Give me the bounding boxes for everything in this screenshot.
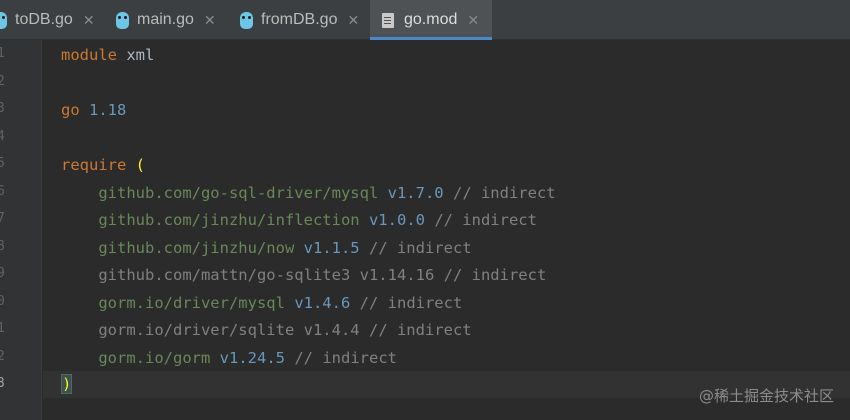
module-version: v1.0.0 — [368, 211, 425, 229]
comment: // indirect — [294, 349, 397, 367]
tab-label: toDB.go — [15, 11, 73, 28]
close-icon[interactable]: ✕ — [347, 12, 359, 29]
module-name: xml — [117, 46, 155, 64]
mod-file-icon — [382, 12, 394, 28]
module-version: v1.14.16 — [359, 266, 435, 284]
module-path: gorm.io/driver/mysql — [98, 294, 285, 312]
comment: // indirect — [434, 211, 537, 229]
code-line-dependency[interactable]: github.com/jinzhu/now v1.1.5 // indirect — [61, 235, 472, 263]
module-path: github.com/jinzhu/inflection — [98, 211, 360, 229]
code-line[interactable]: require ( — [61, 152, 145, 180]
code-line-dependency[interactable]: gorm.io/driver/mysql v1.4.6 // indirect — [61, 290, 462, 318]
close-paren: ) — [61, 374, 73, 394]
code-line-dependency[interactable]: gorm.io/gorm v1.24.5 // indirect — [61, 345, 397, 373]
code-line-dependency[interactable]: github.com/mattn/go-sqlite3 v1.14.16 // … — [61, 262, 546, 290]
comment: // indirect — [368, 239, 472, 257]
go-file-icon — [0, 11, 7, 29]
tab-go-mod[interactable]: go.mod ✕ — [370, 0, 492, 40]
comment: // indirect — [452, 184, 556, 202]
keyword: require — [61, 156, 127, 174]
line-number: 2 — [0, 348, 5, 364]
code-line-dependency[interactable]: github.com/jinzhu/inflection v1.0.0 // i… — [61, 207, 537, 235]
line-number: 7 — [0, 211, 5, 226]
code-line[interactable]: module xml — [61, 42, 154, 70]
module-path: github.com/jinzhu/now — [98, 239, 295, 257]
line-number: 0 — [0, 293, 5, 309]
comment: // indirect — [359, 294, 463, 312]
open-paren: ( — [135, 156, 146, 174]
tab-label: fromDB.go — [261, 11, 338, 28]
comment: // indirect — [368, 321, 472, 339]
tab-fromdb-go[interactable]: fromDB.go ✕ — [240, 0, 368, 40]
close-icon[interactable]: ✕ — [467, 12, 479, 29]
tab-main-go[interactable]: main.go ✕ — [116, 0, 234, 40]
code-editor[interactable]: module xml go 1.18 require ( github.com/… — [43, 40, 850, 420]
line-number: 8 — [0, 238, 5, 254]
line-number: 9 — [0, 266, 5, 281]
module-version: v1.4.6 — [294, 294, 351, 312]
code-line[interactable]: ) — [61, 371, 73, 399]
watermark: @稀土掘金技术社区 — [698, 387, 834, 405]
line-number-gutter[interactable]: 1 2 3 4 5 6 7 8 9 0 1 2 3 — [0, 40, 42, 420]
line-number: 1 — [0, 46, 5, 61]
keyword: go — [61, 101, 80, 119]
module-version: v1.7.0 — [387, 184, 444, 202]
go-file-icon — [240, 11, 253, 29]
close-icon[interactable]: ✕ — [83, 12, 95, 29]
line-number: 2 — [0, 73, 5, 89]
go-file-icon — [116, 11, 129, 29]
editor-tab-bar: toDB.go ✕ main.go ✕ fromDB.go ✕ go.mod ✕ — [0, 0, 850, 40]
line-number: 1 — [0, 321, 5, 336]
tab-label: main.go — [137, 11, 194, 28]
line-number-current: 3 — [0, 376, 5, 391]
module-path: gorm.io/gorm — [98, 349, 211, 367]
comment: // indirect — [443, 266, 547, 284]
module-path: github.com/mattn/go-sqlite3 — [98, 266, 351, 284]
line-number: 6 — [0, 183, 5, 199]
tab-todb-go[interactable]: toDB.go ✕ — [0, 0, 102, 40]
code-line-dependency[interactable]: gorm.io/driver/sqlite v1.4.4 // indirect — [61, 317, 472, 345]
module-version: v1.24.5 — [219, 349, 285, 367]
tab-label: go.mod — [404, 11, 458, 28]
line-number: 4 — [0, 128, 5, 144]
code-line[interactable]: go 1.18 — [61, 97, 126, 125]
module-path: github.com/go-sql-driver/mysql — [98, 184, 379, 202]
module-version: v1.4.4 — [303, 321, 360, 339]
keyword: module — [61, 46, 117, 64]
close-icon[interactable]: ✕ — [204, 12, 216, 29]
line-number: 5 — [0, 156, 5, 171]
line-number: 3 — [0, 101, 5, 116]
module-version: v1.1.5 — [303, 239, 360, 257]
module-path: gorm.io/driver/sqlite — [98, 321, 295, 339]
go-version: 1.18 — [79, 101, 127, 119]
code-line-dependency[interactable]: github.com/go-sql-driver/mysql v1.7.0 //… — [61, 180, 556, 208]
